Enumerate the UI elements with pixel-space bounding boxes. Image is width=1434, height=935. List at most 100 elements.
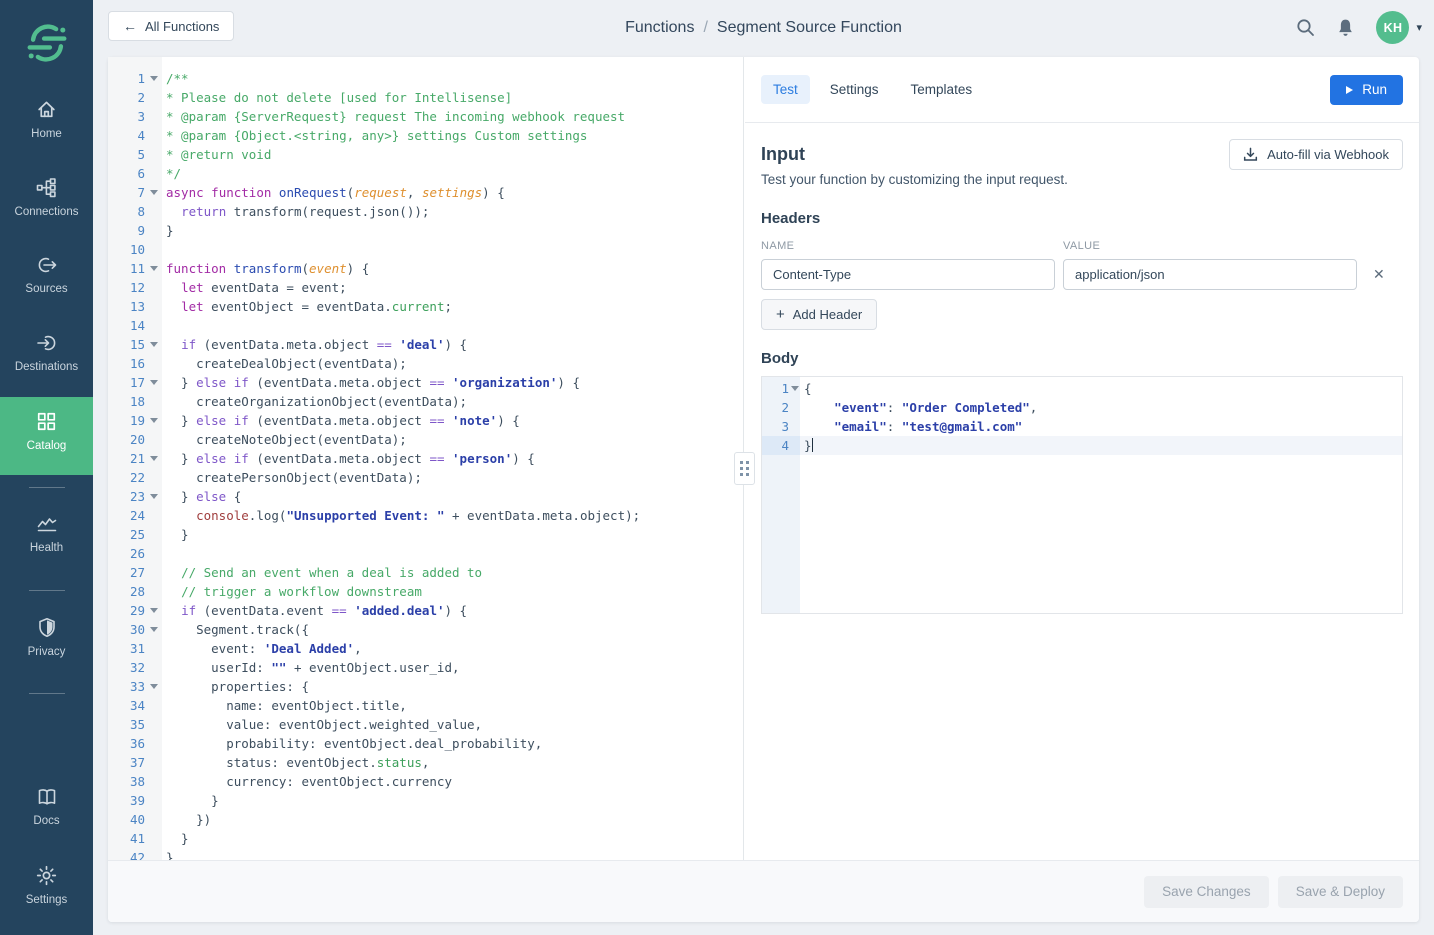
line-number: 23 <box>108 487 162 506</box>
line-number: 36 <box>108 734 162 753</box>
sidebar-item-settings[interactable]: Settings <box>0 851 93 929</box>
panel-tabbar: Test Settings Templates Run <box>745 57 1419 123</box>
code-line: 42} <box>108 848 743 860</box>
code-text: } else if (eventData.meta.object == 'not… <box>162 411 520 430</box>
fold-caret-icon[interactable] <box>150 76 158 81</box>
code-text: function transform(event) { <box>162 259 369 278</box>
line-number: 41 <box>108 829 162 848</box>
code-line: 24 console.log("Unsupported Event: " + e… <box>108 506 743 525</box>
code-text: } <box>162 848 174 860</box>
run-label: Run <box>1362 82 1387 97</box>
autofill-webhook-button[interactable]: Auto-fill via Webhook <box>1229 139 1403 170</box>
fold-caret-icon[interactable] <box>150 266 158 271</box>
sidebar-item-destinations[interactable]: Destinations <box>0 319 93 397</box>
fold-caret-icon[interactable] <box>150 342 158 347</box>
pane-resize-handle[interactable] <box>734 452 755 485</box>
fold-caret-icon[interactable] <box>150 380 158 385</box>
save-changes-button[interactable]: Save Changes <box>1144 876 1269 908</box>
tab-templates[interactable]: Templates <box>899 75 985 104</box>
code-line: 10 <box>108 240 743 259</box>
add-header-button[interactable]: + Add Header <box>761 299 877 330</box>
code-line: 19 } else if (eventData.meta.object == '… <box>108 411 743 430</box>
sidebar-item-sources[interactable]: Sources <box>0 241 93 319</box>
tab-settings[interactable]: Settings <box>818 75 891 104</box>
sidebar-item-home[interactable]: Home <box>0 85 93 163</box>
fold-caret-icon[interactable] <box>150 418 158 423</box>
catalog-icon <box>36 411 57 432</box>
chevron-down-icon: ▾ <box>1416 21 1422 34</box>
line-number: 31 <box>108 639 162 658</box>
body-json-editor[interactable]: 1{2 "event": "Order Completed",3 "email"… <box>761 376 1403 614</box>
download-icon <box>1243 147 1258 162</box>
code-text: if (eventData.event == 'added.deal') { <box>162 601 467 620</box>
line-number: 13 <box>108 297 162 316</box>
header-value-input[interactable] <box>1063 259 1357 290</box>
input-subtitle: Test your function by customizing the in… <box>761 172 1403 187</box>
line-number: 10 <box>108 240 162 259</box>
code-text: } <box>162 525 189 544</box>
breadcrumb-separator: / <box>703 19 707 37</box>
breadcrumb: Functions / Segment Source Function <box>93 0 1434 55</box>
settings-icon <box>36 865 57 886</box>
privacy-icon <box>37 617 57 638</box>
code-line: 39 } <box>108 791 743 810</box>
tab-test[interactable]: Test <box>761 75 810 104</box>
code-text: currency: eventObject.currency <box>162 772 452 791</box>
sidebar-item-label: Privacy <box>28 646 66 658</box>
code-text: createDealObject(eventData); <box>162 354 407 373</box>
fold-caret-icon[interactable] <box>150 190 158 195</box>
code-line: 26 <box>108 544 743 563</box>
add-header-label: Add Header <box>793 307 862 322</box>
segment-logo[interactable] <box>0 0 93 85</box>
code-line: 33 properties: { <box>108 677 743 696</box>
line-number: 7 <box>108 183 162 202</box>
fold-caret-icon[interactable] <box>791 386 799 391</box>
sidebar-divider <box>29 590 65 591</box>
fold-caret-icon[interactable] <box>150 608 158 613</box>
code-text: console.log("Unsupported Event: " + even… <box>162 506 640 525</box>
line-number: 24 <box>108 506 162 525</box>
code-line: 22 createPersonObject(eventData); <box>108 468 743 487</box>
health-icon <box>36 514 58 534</box>
test-panel: TestSettingsTemplates Run Input Test you… <box>745 57 1419 860</box>
code-line: 2 "event": "Order Completed", <box>762 398 1402 417</box>
code-line: 18 createOrganizationObject(eventData); <box>108 392 743 411</box>
breadcrumb-functions-link[interactable]: Functions <box>625 19 694 37</box>
plus-icon: + <box>776 307 785 322</box>
code-line: 20 createNoteObject(eventData); <box>108 430 743 449</box>
save-deploy-button[interactable]: Save & Deploy <box>1278 876 1403 908</box>
connections-icon <box>36 177 58 198</box>
topbar: ← All Functions Functions / Segment Sour… <box>93 0 1434 55</box>
header-name-input[interactable] <box>761 259 1055 290</box>
sidebar-item-privacy[interactable]: Privacy <box>0 603 93 681</box>
sidebar-item-docs[interactable]: Docs <box>0 773 93 851</box>
account-menu[interactable]: KH ▾ <box>1376 11 1422 44</box>
notifications-bell-icon[interactable] <box>1336 18 1355 38</box>
line-number: 42 <box>108 848 162 860</box>
code-line: 23 } else { <box>108 487 743 506</box>
fold-caret-icon[interactable] <box>150 494 158 499</box>
code-text: status: eventObject.status, <box>162 753 429 772</box>
fold-caret-icon[interactable] <box>150 627 158 632</box>
sidebar-item-health[interactable]: Health <box>0 500 93 578</box>
sidebar-item-catalog[interactable]: Catalog <box>0 397 93 475</box>
line-number: 2 <box>762 398 800 417</box>
line-number: 8 <box>108 202 162 221</box>
remove-header-icon[interactable]: ✕ <box>1373 266 1385 283</box>
sidebar-item-label: Settings <box>26 894 68 906</box>
line-number: 26 <box>108 544 162 563</box>
fold-caret-icon[interactable] <box>150 684 158 689</box>
avatar[interactable]: KH <box>1376 11 1409 44</box>
code-editor[interactable]: 1/**2* Please do not delete [used for In… <box>108 57 744 860</box>
code-line: 5* @return void <box>108 145 743 164</box>
line-number: 4 <box>108 126 162 145</box>
run-button[interactable]: Run <box>1330 75 1403 105</box>
destinations-icon <box>36 333 58 353</box>
fold-caret-icon[interactable] <box>150 456 158 461</box>
code-text <box>162 544 166 563</box>
sidebar-item-connections[interactable]: Connections <box>0 163 93 241</box>
line-number: 28 <box>108 582 162 601</box>
code-text: userId: "" + eventObject.user_id, <box>162 658 460 677</box>
code-text: if (eventData.meta.object == 'deal') { <box>162 335 467 354</box>
search-icon[interactable] <box>1296 18 1315 37</box>
